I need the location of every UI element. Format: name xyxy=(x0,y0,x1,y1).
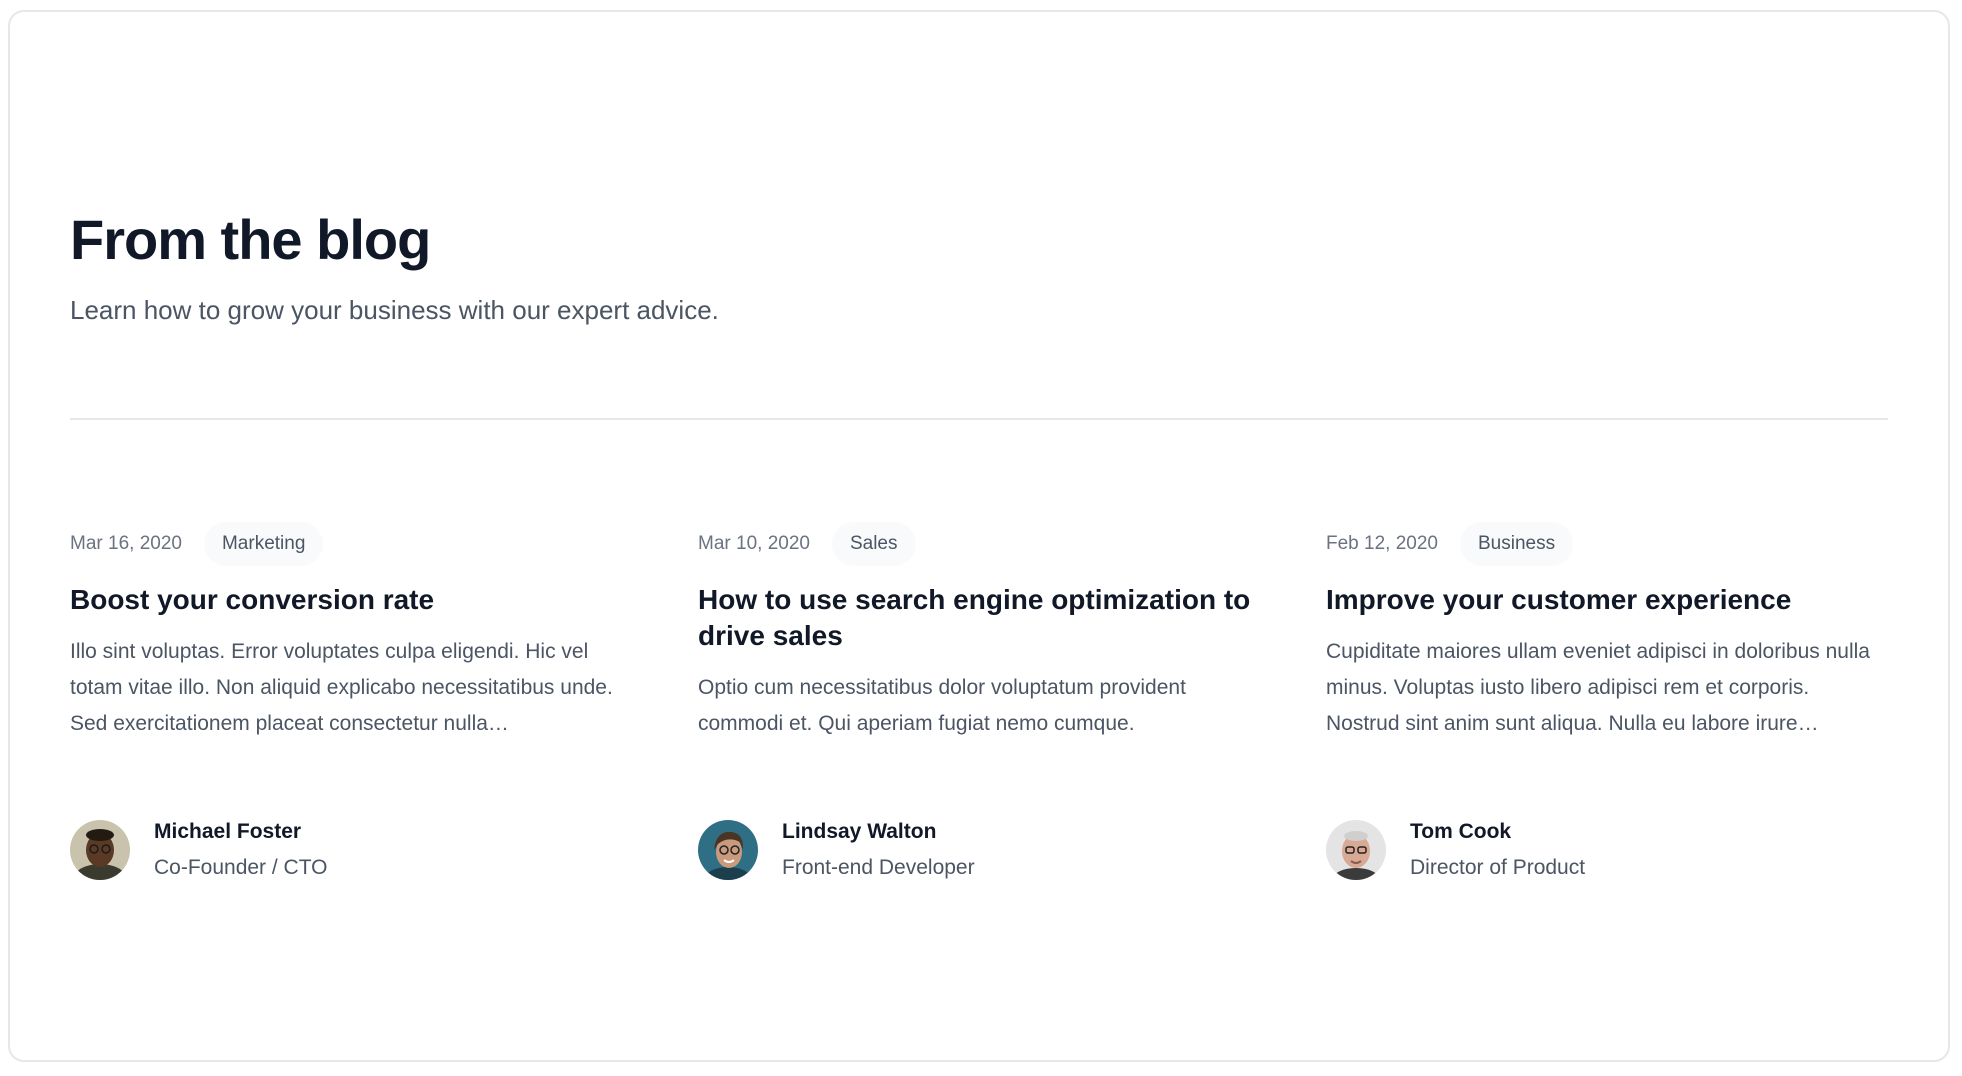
post-author: Lindsay Walton Front-end Developer xyxy=(698,814,975,886)
author-role: Director of Product xyxy=(1410,856,1586,879)
avatar xyxy=(1326,820,1386,880)
author-info: Lindsay Walton Front-end Developer xyxy=(782,814,975,886)
author-role: Co-Founder / CTO xyxy=(154,856,328,879)
post-excerpt: Cupiditate maiores ullam eveniet adipisc… xyxy=(1326,640,1870,735)
blog-section: From the blog Learn how to grow your bus… xyxy=(70,12,1888,1060)
author-info: Tom Cook Director of Product xyxy=(1410,814,1585,886)
post-title-link[interactable]: How to use search engine optimization to… xyxy=(698,582,1260,654)
avatar xyxy=(698,820,758,880)
category-badge[interactable]: Sales xyxy=(831,522,916,566)
post-date: Mar 16, 2020 xyxy=(70,533,182,554)
post-author: Tom Cook Director of Product xyxy=(1326,814,1585,886)
post-date: Mar 10, 2020 xyxy=(698,533,810,554)
post-list: Mar 16, 2020 Marketing Boost your conver… xyxy=(70,522,1888,882)
post-meta: Mar 10, 2020 Sales xyxy=(698,522,1260,566)
post-title-link[interactable]: Boost your conversion rate xyxy=(70,582,632,618)
post-title-link[interactable]: Improve your customer experience xyxy=(1326,582,1888,618)
blog-post: Mar 16, 2020 Marketing Boost your conver… xyxy=(70,522,632,882)
section-subtitle: Learn how to grow your business with our… xyxy=(70,295,719,325)
section-heading: From the blog xyxy=(70,208,431,271)
author-name[interactable]: Lindsay Walton xyxy=(782,814,975,850)
avatar xyxy=(70,820,130,880)
post-meta: Mar 16, 2020 Marketing xyxy=(70,522,632,566)
section-divider xyxy=(70,418,1888,420)
author-name[interactable]: Michael Foster xyxy=(154,814,328,850)
category-badge[interactable]: Marketing xyxy=(203,522,324,566)
page-frame: From the blog Learn how to grow your bus… xyxy=(8,10,1950,1062)
post-excerpt: Optio cum necessitatibus dolor voluptatu… xyxy=(698,676,1186,735)
post-date: Feb 12, 2020 xyxy=(1326,533,1438,554)
post-author: Michael Foster Co-Founder / CTO xyxy=(70,814,328,886)
category-badge[interactable]: Business xyxy=(1459,522,1574,566)
blog-post: Feb 12, 2020 Business Improve your custo… xyxy=(1326,522,1888,882)
post-meta: Feb 12, 2020 Business xyxy=(1326,522,1888,566)
author-name[interactable]: Tom Cook xyxy=(1410,814,1585,850)
post-excerpt: Illo sint voluptas. Error voluptates cul… xyxy=(70,640,613,735)
author-role: Front-end Developer xyxy=(782,856,975,879)
author-info: Michael Foster Co-Founder / CTO xyxy=(154,814,328,886)
blog-post: Mar 10, 2020 Sales How to use search eng… xyxy=(698,522,1260,882)
